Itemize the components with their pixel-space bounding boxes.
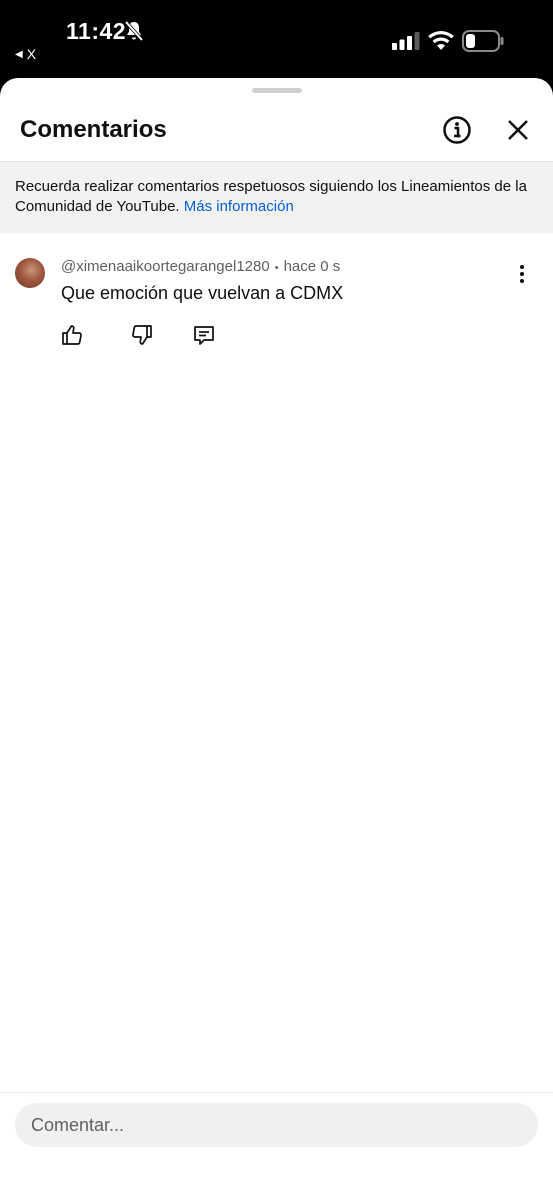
bell-off-icon <box>124 20 144 47</box>
comment-author[interactable]: @ximenaaikoortegarangel1280 <box>61 258 270 275</box>
close-icon[interactable] <box>504 116 532 144</box>
back-app-label: X <box>26 46 37 62</box>
wifi-icon <box>428 31 454 55</box>
sheet-header: Comentarios <box>0 106 553 161</box>
comment-composer <box>0 1092 553 1200</box>
more-info-link[interactable]: Más información <box>184 198 294 215</box>
more-options-icon[interactable] <box>512 264 532 284</box>
drag-handle[interactable] <box>252 88 302 93</box>
avatar[interactable] <box>15 258 45 288</box>
comment-meta: @ximenaaikoortegarangel1280 • hace 0 s <box>61 258 340 275</box>
comment-text: Que emoción que vuelvan a CDMX <box>61 283 344 303</box>
info-icon[interactable] <box>441 114 473 146</box>
sheet-title: Comentarios <box>20 116 167 143</box>
reply-icon[interactable] <box>192 323 216 347</box>
community-guidelines-notice: Recuerda realizar comentarios respetuoso… <box>0 161 553 233</box>
back-to-app-button[interactable]: ◀ X <box>15 46 36 62</box>
status-time: 11:42 <box>66 18 127 44</box>
battery-icon <box>462 30 504 57</box>
comment-input[interactable] <box>15 1103 538 1147</box>
back-triangle-icon: ◀ <box>15 48 23 60</box>
like-icon[interactable] <box>60 323 84 347</box>
comments-sheet: Comentarios Recuerda realizar comentario… <box>0 78 553 1200</box>
signal-icon <box>392 32 420 55</box>
meta-separator: • <box>274 262 279 274</box>
comment-time: hace 0 s <box>283 258 341 275</box>
comment-item: @ximenaaikoortegarangel1280 • hace 0 s Que… <box>0 254 553 354</box>
dislike-icon[interactable] <box>130 323 154 347</box>
status-bar: 11:42 ◀ X <box>0 0 553 78</box>
